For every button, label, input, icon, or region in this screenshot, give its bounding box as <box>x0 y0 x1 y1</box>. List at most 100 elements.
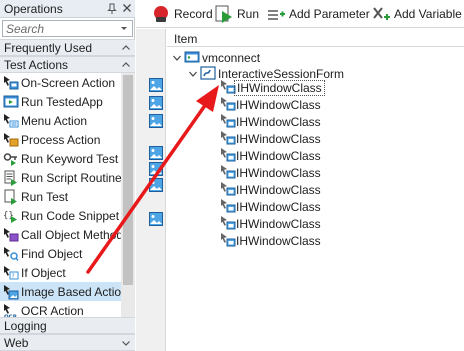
object-tree: Item vmconnect InteractiveSessionForm IH… <box>136 29 464 351</box>
operation-item-on-screen-action[interactable]: On-Screen Action <box>0 73 121 92</box>
window-class-icon <box>220 147 236 163</box>
tree-node-label: InteractiveSessionForm <box>218 67 345 81</box>
window-class-icon <box>220 181 236 197</box>
add-parameter-icon <box>267 5 285 23</box>
tree-node-label: IHWindowClass <box>236 166 321 180</box>
close-icon[interactable] <box>121 2 133 14</box>
category-logging[interactable]: Logging <box>0 317 135 334</box>
window-class-icon <box>220 232 236 248</box>
keyword-test-toolbar: Record Run Add Parameter Add Variable <box>136 0 464 28</box>
operation-label: On-Screen Action <box>21 76 116 90</box>
record-label: Record <box>174 7 213 21</box>
category-web[interactable]: Web <box>0 334 135 351</box>
operation-label: Call Object Method <box>21 228 124 242</box>
tree-node-label: IHWindowClass <box>236 98 321 112</box>
image-icon <box>149 96 163 110</box>
tree-node-label: vmconnect <box>202 51 261 65</box>
add-parameter-button[interactable]: Add Parameter <box>267 4 370 24</box>
operations-panel-header: Operations <box>0 0 135 18</box>
operation-label: Run Code Snippet <box>21 209 120 223</box>
window-class-icon <box>220 164 236 180</box>
run-test-icon <box>3 189 19 205</box>
search-dropdown-icon[interactable] <box>117 22 131 35</box>
operation-item-if-object[interactable]: ? If Object <box>0 263 121 282</box>
find-object-icon <box>3 246 19 262</box>
operations-panel: Operations Frequently Used Test Actions … <box>0 0 135 351</box>
operations-list: On-Screen Action Run TestedApp Menu Acti… <box>0 73 128 321</box>
image-icon <box>149 178 163 192</box>
category-label: Test Actions <box>4 58 69 72</box>
tree-node-label: IHWindowClass <box>236 217 321 231</box>
operation-item-run-script-routine[interactable]: Run Script Routine <box>0 168 122 187</box>
operation-item-image-based-action[interactable]: Image Based Action <box>0 282 128 301</box>
operation-label: Run Script Routine <box>21 171 122 185</box>
add-parameter-label: Add Parameter <box>289 7 370 21</box>
image-icon <box>149 114 163 128</box>
run-code-snippet-icon: {} <box>3 208 19 224</box>
window-class-icon <box>220 198 236 214</box>
scrollbar-thumb[interactable] <box>123 75 133 285</box>
operation-item-run-testedapp[interactable]: Run TestedApp <box>0 92 121 111</box>
add-variable-label: Add Variable <box>394 7 462 21</box>
expand-arrow-icon[interactable] <box>188 68 198 78</box>
operation-item-find-object[interactable]: Find Object <box>0 244 121 263</box>
operation-label: Run Test <box>21 190 69 204</box>
call-object-method-icon <box>3 227 19 243</box>
tree-gutter <box>136 29 166 351</box>
operation-item-menu-action[interactable]: Menu Action <box>0 111 121 130</box>
tree-node-label: IHWindowClass <box>236 183 321 197</box>
tree-node-label: IHWindowClass <box>236 234 321 248</box>
operation-label: Image Based Action <box>21 285 128 299</box>
add-variable-button[interactable]: Add Variable <box>372 4 462 24</box>
operation-item-call-object-method[interactable]: Call Object Method <box>0 225 124 244</box>
record-icon <box>152 5 170 23</box>
operation-item-run-test[interactable]: Run Test <box>0 187 121 206</box>
image-icon <box>149 162 163 176</box>
on-screen-action-icon <box>3 75 19 91</box>
if-object-icon: ? <box>3 265 19 281</box>
operation-item-process-action[interactable]: Process Action <box>0 130 121 149</box>
category-label: Web <box>4 336 29 350</box>
operation-item-run-keyword-test[interactable]: Run Keyword Test <box>0 149 121 168</box>
window-class-icon <box>220 113 236 129</box>
column-header-item[interactable]: Item <box>167 29 464 47</box>
category-label: Logging <box>4 319 47 333</box>
tree-node-label: IHWindowClass <box>234 80 325 96</box>
operations-scrollbar[interactable] <box>121 73 135 317</box>
process-action-icon <box>3 132 19 148</box>
pin-icon[interactable] <box>106 3 118 15</box>
window-class-icon <box>220 215 236 231</box>
operation-label: Run Keyword Test <box>21 152 119 166</box>
search-box <box>2 20 133 37</box>
menu-action-icon <box>3 113 19 129</box>
chevron-down-icon <box>121 337 131 347</box>
image-based-action-icon <box>3 284 19 300</box>
run-testedapp-icon <box>3 94 19 110</box>
category-frequently-used[interactable]: Frequently Used <box>0 39 135 56</box>
add-variable-icon <box>372 5 390 23</box>
operation-label: OCR Action <box>21 304 84 318</box>
window-class-icon <box>220 96 236 112</box>
category-test-actions[interactable]: Test Actions <box>0 56 135 73</box>
column-header-label: Item <box>174 32 198 46</box>
tree-node-label: IHWindowClass <box>236 132 321 146</box>
operation-label: Menu Action <box>21 114 88 128</box>
operations-panel-title: Operations <box>4 2 63 16</box>
tree-node-label: IHWindowClass <box>236 149 321 163</box>
form-icon <box>200 65 216 81</box>
operation-label: If Object <box>21 266 66 280</box>
operation-label: Run TestedApp <box>21 95 103 109</box>
image-icon <box>149 78 163 92</box>
operation-label: Process Action <box>21 133 101 147</box>
window-class-icon <box>220 130 236 146</box>
search-input[interactable] <box>3 21 116 36</box>
tree-node-label: IHWindowClass <box>236 115 321 129</box>
run-keyword-test-icon <box>3 151 19 167</box>
run-icon <box>215 5 233 23</box>
expand-arrow-icon[interactable] <box>172 52 182 62</box>
run-script-routine-icon <box>3 170 19 186</box>
operation-item-run-code-snippet[interactable]: {} Run Code Snippet <box>0 206 121 225</box>
record-button[interactable]: Record <box>152 4 213 24</box>
chevron-up-icon <box>121 59 131 69</box>
run-button[interactable]: Run <box>215 4 261 24</box>
